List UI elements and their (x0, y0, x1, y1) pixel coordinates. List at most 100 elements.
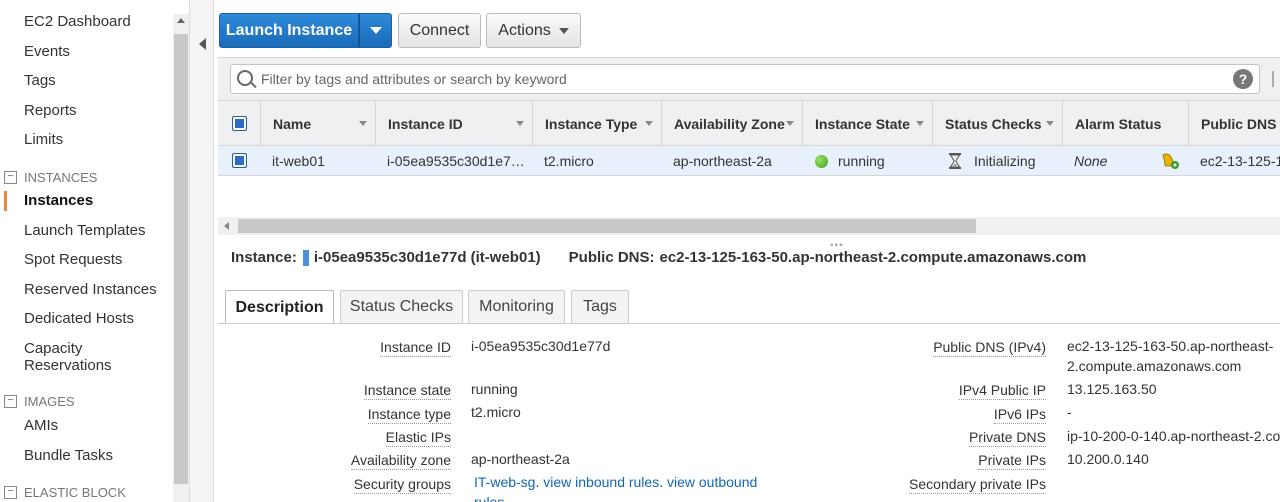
field-value-ipv4-public-ip: 13.125.163.50 (1067, 381, 1157, 397)
scroll-up-icon[interactable] (177, 18, 185, 23)
field-value-instance-type: t2.micro (471, 404, 521, 420)
chevron-down-icon (369, 27, 382, 34)
column-label: Public DNS ( (1201, 115, 1280, 132)
sort-icon[interactable] (645, 121, 653, 126)
sidebar-item-dedicated-hosts[interactable]: Dedicated Hosts (24, 310, 134, 327)
sidebar-item-limits[interactable]: Limits (24, 131, 63, 148)
field-label-ipv6-ips: IPv6 IPs (993, 406, 1046, 424)
connect-button[interactable]: Connect (398, 13, 481, 48)
launch-instance-button[interactable]: Launch Instance (219, 13, 359, 48)
row-checkbox[interactable] (232, 153, 247, 168)
view-outbound-rules-link-wrap[interactable]: rules (474, 492, 504, 502)
security-group-link[interactable]: IT-web-sg (474, 474, 535, 490)
help-icon[interactable]: ? (1233, 69, 1253, 89)
select-all-checkbox[interactable] (232, 116, 247, 131)
collapse-icon[interactable]: − (4, 171, 17, 184)
hourglass-icon (949, 153, 961, 169)
tab-divider (218, 323, 1280, 324)
sidebar-collapse-handle[interactable] (190, 0, 214, 502)
table-row[interactable]: it-web01 i-05ea9535c30d1e7… t2.micro ap-… (218, 146, 1280, 176)
column-header-status-checks[interactable]: Status Checks (932, 101, 1062, 146)
cell-alarm-action[interactable] (1160, 146, 1184, 176)
view-inbound-rules-link[interactable]: view inbound rules (543, 474, 659, 490)
sidebar-section-elastic-block[interactable]: − ELASTIC BLOCK (4, 485, 126, 500)
field-label-instance-state: Instance state (363, 382, 451, 400)
tab-monitoring[interactable]: Monitoring (468, 290, 565, 323)
sidebar-item-capacity-reservations[interactable]: Capacity Reservations (24, 340, 144, 374)
tab-status-checks[interactable]: Status Checks (340, 290, 463, 323)
sidebar-item-events[interactable]: Events (24, 43, 70, 60)
sidebar-item-launch-templates[interactable]: Launch Templates (24, 222, 145, 239)
scrollbar-thumb[interactable] (238, 219, 976, 233)
column-header-availability-zone[interactable]: Availability Zone (661, 101, 802, 146)
column-header-alarm-status[interactable]: Alarm Status (1062, 101, 1188, 146)
field-value-instance-id: i-05ea9535c30d1e77d (471, 338, 611, 354)
section-label: INSTANCES (24, 170, 98, 185)
section-label: ELASTIC BLOCK (24, 485, 126, 500)
section-label: IMAGES (24, 394, 75, 409)
sidebar-item-spot-requests[interactable]: Spot Requests (24, 251, 122, 268)
column-label: Alarm Status (1075, 115, 1162, 132)
cell-instance-id: i-05ea9535c30d1e7… (387, 153, 525, 169)
sidebar-item-reports[interactable]: Reports (24, 102, 77, 119)
sort-icon[interactable] (359, 121, 367, 126)
sidebar-item-instances[interactable]: Instances (24, 192, 93, 209)
public-dns-value: ec2-13-125-163-50.ap-northeast-2.compute… (659, 249, 1087, 266)
collapse-icon[interactable]: − (4, 486, 17, 499)
sidebar-scrollbar[interactable] (173, 14, 189, 502)
collapse-icon[interactable]: − (4, 395, 17, 408)
view-outbound-rules-link[interactable]: view outbound (667, 474, 757, 490)
tab-tags[interactable]: Tags (571, 290, 629, 323)
sort-icon[interactable] (786, 121, 794, 126)
field-label-private-ips: Private IPs (978, 452, 1046, 470)
table-horizontal-scrollbar[interactable] (218, 217, 1280, 235)
actions-button[interactable]: Actions (486, 13, 581, 48)
pager-first-icon[interactable] (1272, 71, 1274, 87)
column-header-instance-type[interactable]: Instance Type (532, 101, 661, 146)
cell-instance-type: t2.micro (544, 153, 594, 169)
scroll-left-icon[interactable] (224, 222, 229, 230)
sidebar-item-reserved-instances[interactable]: Reserved Instances (24, 281, 157, 298)
sidebar-item-tags[interactable]: Tags (24, 72, 56, 89)
field-label-private-dns: Private DNS (968, 429, 1046, 447)
column-label: Instance State (815, 115, 910, 132)
field-label-instance-id: Instance ID (380, 339, 451, 357)
field-label-security-groups: Security groups (353, 476, 451, 494)
cell-public-dns: ec2-13-125-1 (1200, 153, 1280, 169)
field-value-security-groups: IT-web-sg. view inbound rules. view outb… (474, 474, 758, 490)
active-nav-marker (4, 191, 7, 211)
column-header-name[interactable]: Name (260, 101, 375, 146)
column-header-instance-state[interactable]: Instance State (802, 101, 932, 146)
filter-bar: Filter by tags and attributes or search … (218, 57, 1280, 100)
sidebar-item-ec2-dashboard[interactable]: EC2 Dashboard (24, 13, 131, 30)
field-label-availability-zone: Availability zone (350, 452, 451, 470)
sidebar-item-bundle-tasks[interactable]: Bundle Tasks (24, 447, 113, 464)
sort-icon[interactable] (516, 121, 524, 126)
launch-instance-dropdown[interactable] (359, 13, 392, 48)
alarm-bell-icon[interactable] (1160, 152, 1180, 170)
cell-alarm-status: None (1074, 153, 1108, 169)
collapse-left-icon[interactable] (199, 38, 206, 50)
field-value-public-dns-line2: 2.compute.amazonaws.com (1067, 358, 1242, 374)
field-value-private-ips: 10.200.0.140 (1067, 451, 1149, 467)
search-input[interactable]: Filter by tags and attributes or search … (230, 64, 1260, 94)
sidebar-item-amis[interactable]: AMIs (24, 417, 58, 434)
sidebar-section-images[interactable]: − IMAGES (4, 394, 75, 409)
field-value-instance-state: running (471, 381, 518, 397)
column-header-public-dns[interactable]: Public DNS ( (1188, 101, 1280, 146)
sidebar-section-instances[interactable]: − INSTANCES (4, 170, 97, 185)
field-label-ipv4-public-ip: IPv4 Public IP (958, 382, 1046, 400)
field-value-availability-zone: ap-northeast-2a (471, 451, 570, 467)
field-label-secondary-private-ips: Secondary private IPs (909, 476, 1046, 494)
instance-summary-line: Instance: i-05ea9535c30d1e77d (it-web01)… (231, 249, 1086, 266)
sort-icon[interactable] (1046, 121, 1054, 126)
column-header-instance-id[interactable]: Instance ID (375, 101, 532, 146)
field-value-private-dns: ip-10-200-0-140.ap-northeast-2.com (1067, 428, 1280, 444)
tab-description[interactable]: Description (225, 290, 334, 324)
chevron-down-icon (558, 27, 569, 34)
cell-availability-zone: ap-northeast-2a (673, 153, 772, 169)
sort-icon[interactable] (916, 121, 924, 126)
scrollbar-thumb[interactable] (174, 34, 188, 484)
column-label: Status Checks (945, 115, 1042, 132)
status-checks-text: Initializing (974, 153, 1036, 169)
